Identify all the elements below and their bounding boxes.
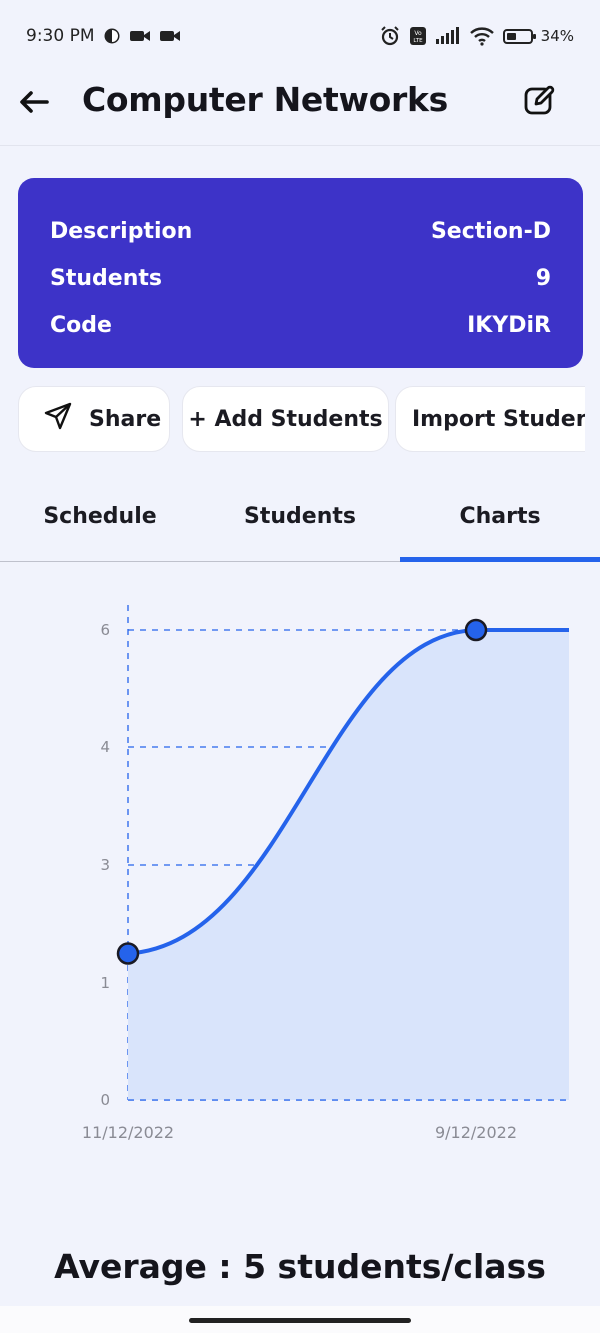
share-button[interactable]: Share bbox=[18, 386, 170, 452]
data-point bbox=[116, 942, 140, 965]
y-tick-label: 3 bbox=[100, 856, 110, 874]
info-row-code: Code IKYDiR bbox=[50, 302, 551, 349]
code-label: Code bbox=[50, 313, 112, 338]
import-students-button[interactable]: Import Students bbox=[395, 386, 585, 452]
edit-button[interactable] bbox=[520, 82, 560, 122]
send-icon bbox=[43, 401, 73, 437]
add-students-label: + Add Students bbox=[188, 406, 383, 432]
students-label: Students bbox=[50, 266, 162, 291]
x-tick-label: 11/12/2022 bbox=[82, 1123, 174, 1142]
description-label: Description bbox=[50, 219, 193, 244]
info-row-students: Students 9 bbox=[50, 255, 551, 302]
average-label: Average : 5 students/class bbox=[54, 1247, 546, 1286]
import-students-label: Import Students bbox=[412, 406, 585, 432]
tab-students[interactable]: Students bbox=[200, 480, 400, 552]
tab-schedule[interactable]: Schedule bbox=[0, 480, 200, 552]
status-bar: 9:30 PM Vo LTE 34% bbox=[0, 0, 600, 72]
alarm-icon bbox=[379, 25, 401, 47]
description-value: Section-D bbox=[430, 219, 551, 244]
active-tab-indicator bbox=[400, 557, 600, 562]
data-saver-icon bbox=[103, 27, 121, 45]
svg-text:Vo: Vo bbox=[414, 30, 422, 37]
app-bar: Computer Networks bbox=[0, 72, 600, 146]
tab-charts-label: Charts bbox=[459, 503, 541, 529]
volte-icon: Vo LTE bbox=[409, 26, 427, 46]
home-indicator[interactable] bbox=[189, 1318, 411, 1323]
page-title: Computer Networks bbox=[82, 80, 449, 119]
y-tick-label: 1 bbox=[100, 974, 110, 992]
tab-bar: Schedule Students Charts bbox=[0, 480, 600, 562]
video-camera-icon bbox=[129, 28, 151, 44]
battery-percent: 34% bbox=[540, 27, 574, 45]
tab-schedule-label: Schedule bbox=[43, 503, 157, 529]
y-tick-label: 0 bbox=[100, 1091, 110, 1109]
chart-svg: 0 1 3 4 6 11/12/2022 9/12/2022 bbox=[82, 605, 569, 1142]
video-camera-icon bbox=[159, 28, 181, 44]
students-value: 9 bbox=[535, 266, 551, 291]
share-label: Share bbox=[89, 406, 162, 432]
battery-icon bbox=[502, 28, 536, 44]
arrow-left-icon bbox=[19, 90, 49, 118]
class-info-card: Description Section-D Students 9 Code IK… bbox=[18, 178, 583, 368]
y-tick-label: 4 bbox=[100, 738, 110, 756]
add-students-button[interactable]: + Add Students bbox=[182, 386, 389, 452]
svg-text:LTE: LTE bbox=[413, 38, 423, 44]
wifi-icon bbox=[469, 26, 495, 46]
action-chips: Share + Add Students Import Students bbox=[18, 386, 585, 452]
chart-area-fill bbox=[128, 630, 569, 1100]
signal-icon bbox=[435, 27, 461, 45]
code-value: IKYDiR bbox=[467, 313, 551, 338]
y-tick-label: 6 bbox=[100, 621, 110, 639]
back-button[interactable] bbox=[14, 84, 54, 124]
tab-charts[interactable]: Charts bbox=[400, 480, 600, 552]
edit-icon bbox=[523, 83, 557, 121]
x-tick-label: 9/12/2022 bbox=[435, 1123, 517, 1142]
attendance-chart: 0 1 3 4 6 11/12/2022 9/12/2022 bbox=[0, 580, 600, 1160]
data-point bbox=[464, 618, 488, 642]
status-time: 9:30 PM bbox=[26, 26, 95, 46]
info-row-description: Description Section-D bbox=[50, 208, 551, 255]
tab-students-label: Students bbox=[244, 503, 356, 529]
